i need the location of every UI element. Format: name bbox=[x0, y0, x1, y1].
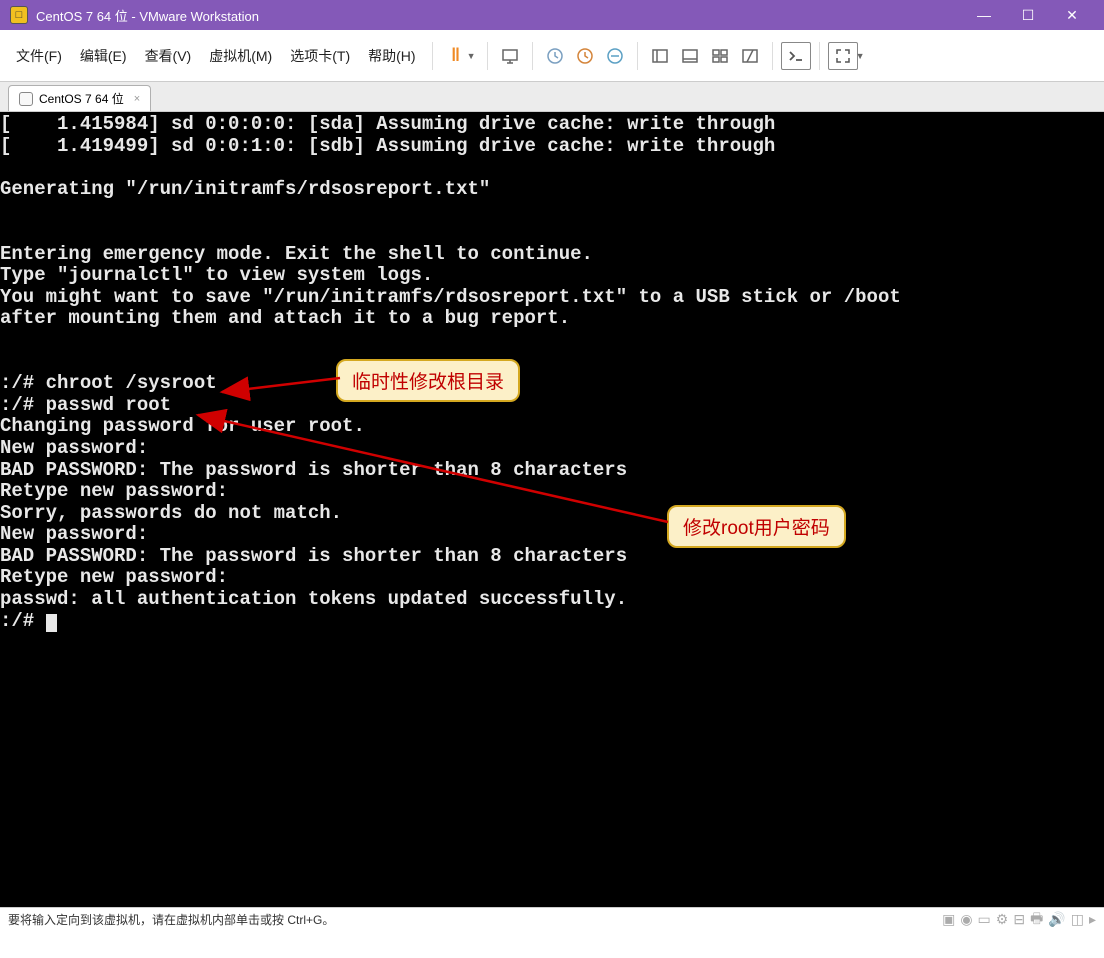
view-console-icon[interactable] bbox=[676, 42, 704, 70]
view-unity-icon[interactable] bbox=[736, 42, 764, 70]
snapshot-revert-icon[interactable] bbox=[601, 42, 629, 70]
menu-file[interactable]: 文件(F) bbox=[8, 42, 70, 70]
menu-tabs[interactable]: 选项卡(T) bbox=[282, 42, 358, 70]
device-cd-icon[interactable]: ◉ bbox=[960, 911, 972, 928]
close-button[interactable]: ✕ bbox=[1050, 0, 1094, 30]
view-thumbnail-icon[interactable] bbox=[706, 42, 734, 70]
separator bbox=[637, 42, 638, 70]
callout-passwd: 修改root用户密码 bbox=[667, 505, 846, 548]
separator bbox=[487, 42, 488, 70]
menu-vm[interactable]: 虚拟机(M) bbox=[201, 42, 280, 70]
separator bbox=[819, 42, 820, 70]
device-printer-icon[interactable]: 🖶 bbox=[1030, 908, 1043, 932]
maximize-button[interactable]: ☐ bbox=[1006, 0, 1050, 30]
device-more-icon[interactable]: ▸ bbox=[1089, 911, 1096, 928]
pause-icon[interactable]: ‖ bbox=[441, 42, 469, 70]
statusbar: 要将输入定向到该虚拟机，请在虚拟机内部单击或按 Ctrl+G。 ▣ ◉ ▭ ⚙ … bbox=[0, 907, 1104, 931]
devices-icon[interactable] bbox=[496, 42, 524, 70]
device-display-icon[interactable]: ◫ bbox=[1071, 911, 1084, 928]
titlebar: □ CentOS 7 64 位 - VMware Workstation — ☐… bbox=[0, 0, 1104, 30]
app-icon: □ bbox=[10, 6, 28, 24]
fullscreen-icon[interactable] bbox=[828, 42, 858, 70]
device-usb-icon[interactable]: ⊟ bbox=[1013, 911, 1025, 928]
tab-bar: CentOS 7 64 位 × bbox=[0, 82, 1104, 112]
minimize-button[interactable]: — bbox=[962, 0, 1006, 30]
device-floppy-icon[interactable]: ▭ bbox=[978, 911, 991, 928]
separator bbox=[772, 42, 773, 70]
vm-icon bbox=[19, 92, 33, 106]
window-title: CentOS 7 64 位 - VMware Workstation bbox=[36, 6, 962, 25]
menu-toolbar: 文件(F) 编辑(E) 查看(V) 虚拟机(M) 选项卡(T) 帮助(H) ‖ … bbox=[0, 30, 1104, 82]
device-network-icon[interactable]: ⚙ bbox=[996, 911, 1009, 928]
tab-close-icon[interactable]: × bbox=[134, 93, 140, 105]
snapshot-icon[interactable] bbox=[541, 42, 569, 70]
snapshot-manage-icon[interactable] bbox=[571, 42, 599, 70]
status-hint: 要将输入定向到该虚拟机，请在虚拟机内部单击或按 Ctrl+G。 bbox=[8, 911, 942, 928]
separator bbox=[532, 42, 533, 70]
menu-view[interactable]: 查看(V) bbox=[137, 42, 200, 70]
device-hdd-icon[interactable]: ▣ bbox=[942, 911, 955, 928]
tab-label: CentOS 7 64 位 bbox=[39, 90, 124, 107]
separator bbox=[432, 42, 433, 70]
menu-edit[interactable]: 编辑(E) bbox=[72, 42, 135, 70]
console-icon[interactable] bbox=[781, 42, 811, 70]
device-sound-icon[interactable]: 🔊 bbox=[1048, 911, 1065, 928]
menu-help[interactable]: 帮助(H) bbox=[360, 42, 423, 70]
view-single-icon[interactable] bbox=[646, 42, 674, 70]
chevron-down-icon[interactable]: ▼ bbox=[467, 51, 479, 61]
terminal-output[interactable]: [ 1.415984] sd 0:0:0:0: [sda] Assuming d… bbox=[0, 112, 1104, 907]
callout-chroot: 临时性修改根目录 bbox=[336, 359, 520, 402]
tab-vm[interactable]: CentOS 7 64 位 × bbox=[8, 85, 151, 111]
chevron-down-icon[interactable]: ▼ bbox=[856, 51, 868, 61]
status-icons: ▣ ◉ ▭ ⚙ ⊟ 🖶 🔊 ◫ ▸ bbox=[942, 908, 1096, 932]
